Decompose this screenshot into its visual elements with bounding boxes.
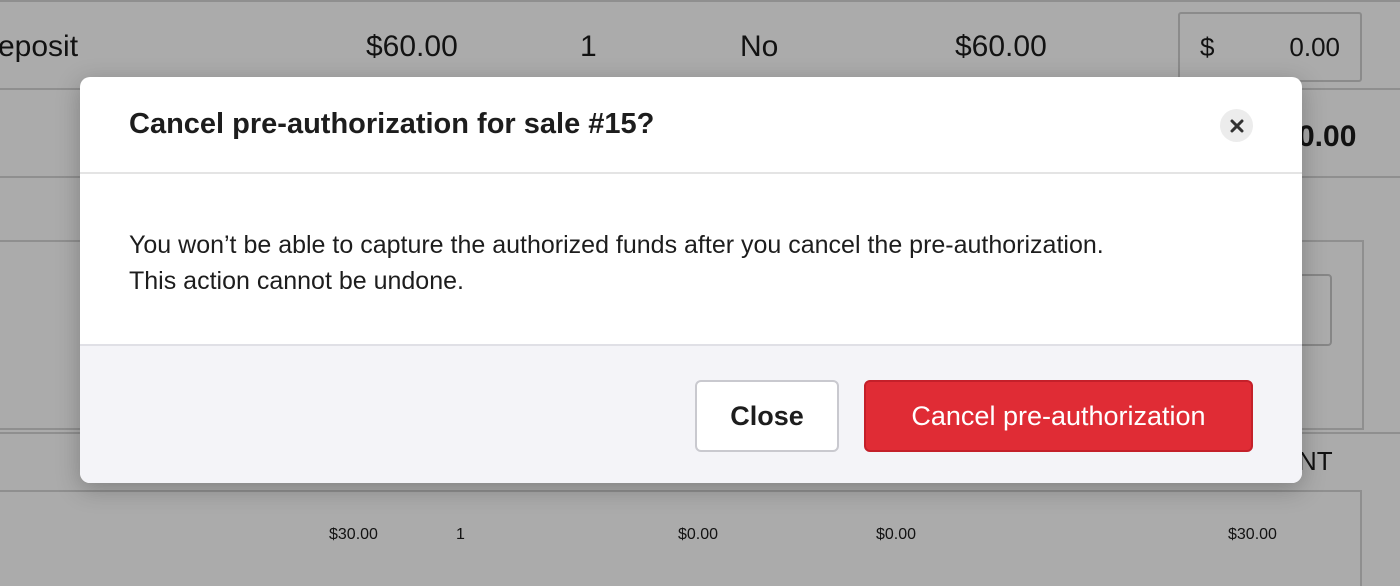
dialog-title: Cancel pre-authorization for sale #15?: [129, 108, 655, 140]
dialog-message: You won’t be able to capture the authori…: [129, 227, 1269, 299]
dialog-header: Cancel pre-authorization for sale #15?: [80, 77, 1302, 174]
dialog-message-line2: This action cannot be undone.: [129, 267, 464, 295]
dialog-footer: Close Cancel pre-authorization: [80, 344, 1302, 483]
dialog-message-line1: You won’t be able to capture the authori…: [129, 231, 1104, 259]
close-button[interactable]: Close: [695, 380, 839, 452]
cancel-preauth-dialog: Cancel pre-authorization for sale #15? Y…: [80, 77, 1302, 483]
cancel-preauth-button[interactable]: Cancel pre-authorization: [864, 380, 1253, 452]
page: eposit $60.00 1 No $60.00 $ 0.00 0.00 n …: [0, 0, 1400, 586]
close-x-icon: [1230, 119, 1243, 132]
dialog-close-button[interactable]: [1220, 109, 1253, 142]
dialog-body: You won’t be able to capture the authori…: [80, 174, 1302, 344]
